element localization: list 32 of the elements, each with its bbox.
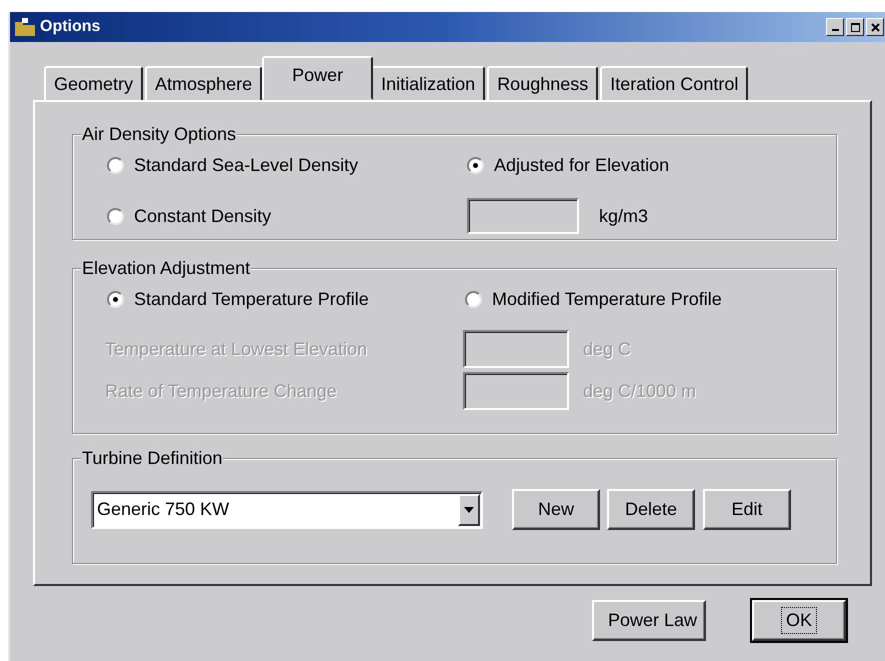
radio-label[interactable]: Modified Temperature Profile xyxy=(492,289,722,310)
turbine-dropdown[interactable]: Generic 750 KW xyxy=(91,490,483,528)
radio-button[interactable] xyxy=(107,208,124,224)
radio-label[interactable]: Standard Temperature Profile xyxy=(134,289,369,310)
push-button[interactable]: Delete xyxy=(607,489,695,530)
minimize-icon xyxy=(832,29,838,31)
unit-label: kg/m3 xyxy=(599,206,648,226)
radio-label[interactable]: Adjusted for Elevation xyxy=(494,155,670,176)
radio-label[interactable]: Standard Sea-Level Density xyxy=(134,155,358,176)
radio-button[interactable] xyxy=(107,157,124,174)
folder-icon xyxy=(14,17,36,37)
tab[interactable]: Geometry xyxy=(44,66,144,100)
push-button[interactable]: New xyxy=(512,489,600,530)
tab[interactable]: Iteration Control xyxy=(600,66,748,100)
maximize-button[interactable] xyxy=(846,18,864,36)
close-button[interactable] xyxy=(866,18,884,36)
window-title: Options xyxy=(40,18,100,36)
tab[interactable]: Roughness xyxy=(487,66,598,100)
push-button[interactable]: Edit xyxy=(703,489,791,530)
radio-button[interactable] xyxy=(107,291,124,308)
push-button[interactable]: OK xyxy=(752,600,846,641)
push-button[interactable]: Power Law xyxy=(592,600,706,641)
radio-label[interactable]: Constant Density xyxy=(134,206,272,226)
maximize-icon xyxy=(850,22,860,32)
tab[interactable]: Power xyxy=(262,56,374,100)
dropdown-arrow-icon xyxy=(464,506,474,512)
tab[interactable]: Initialization xyxy=(371,66,486,100)
radio-button[interactable] xyxy=(465,291,482,308)
input-field[interactable] xyxy=(467,198,579,234)
minimize-button[interactable] xyxy=(826,18,844,36)
radio-button[interactable] xyxy=(467,157,484,174)
close-icon xyxy=(870,22,880,32)
